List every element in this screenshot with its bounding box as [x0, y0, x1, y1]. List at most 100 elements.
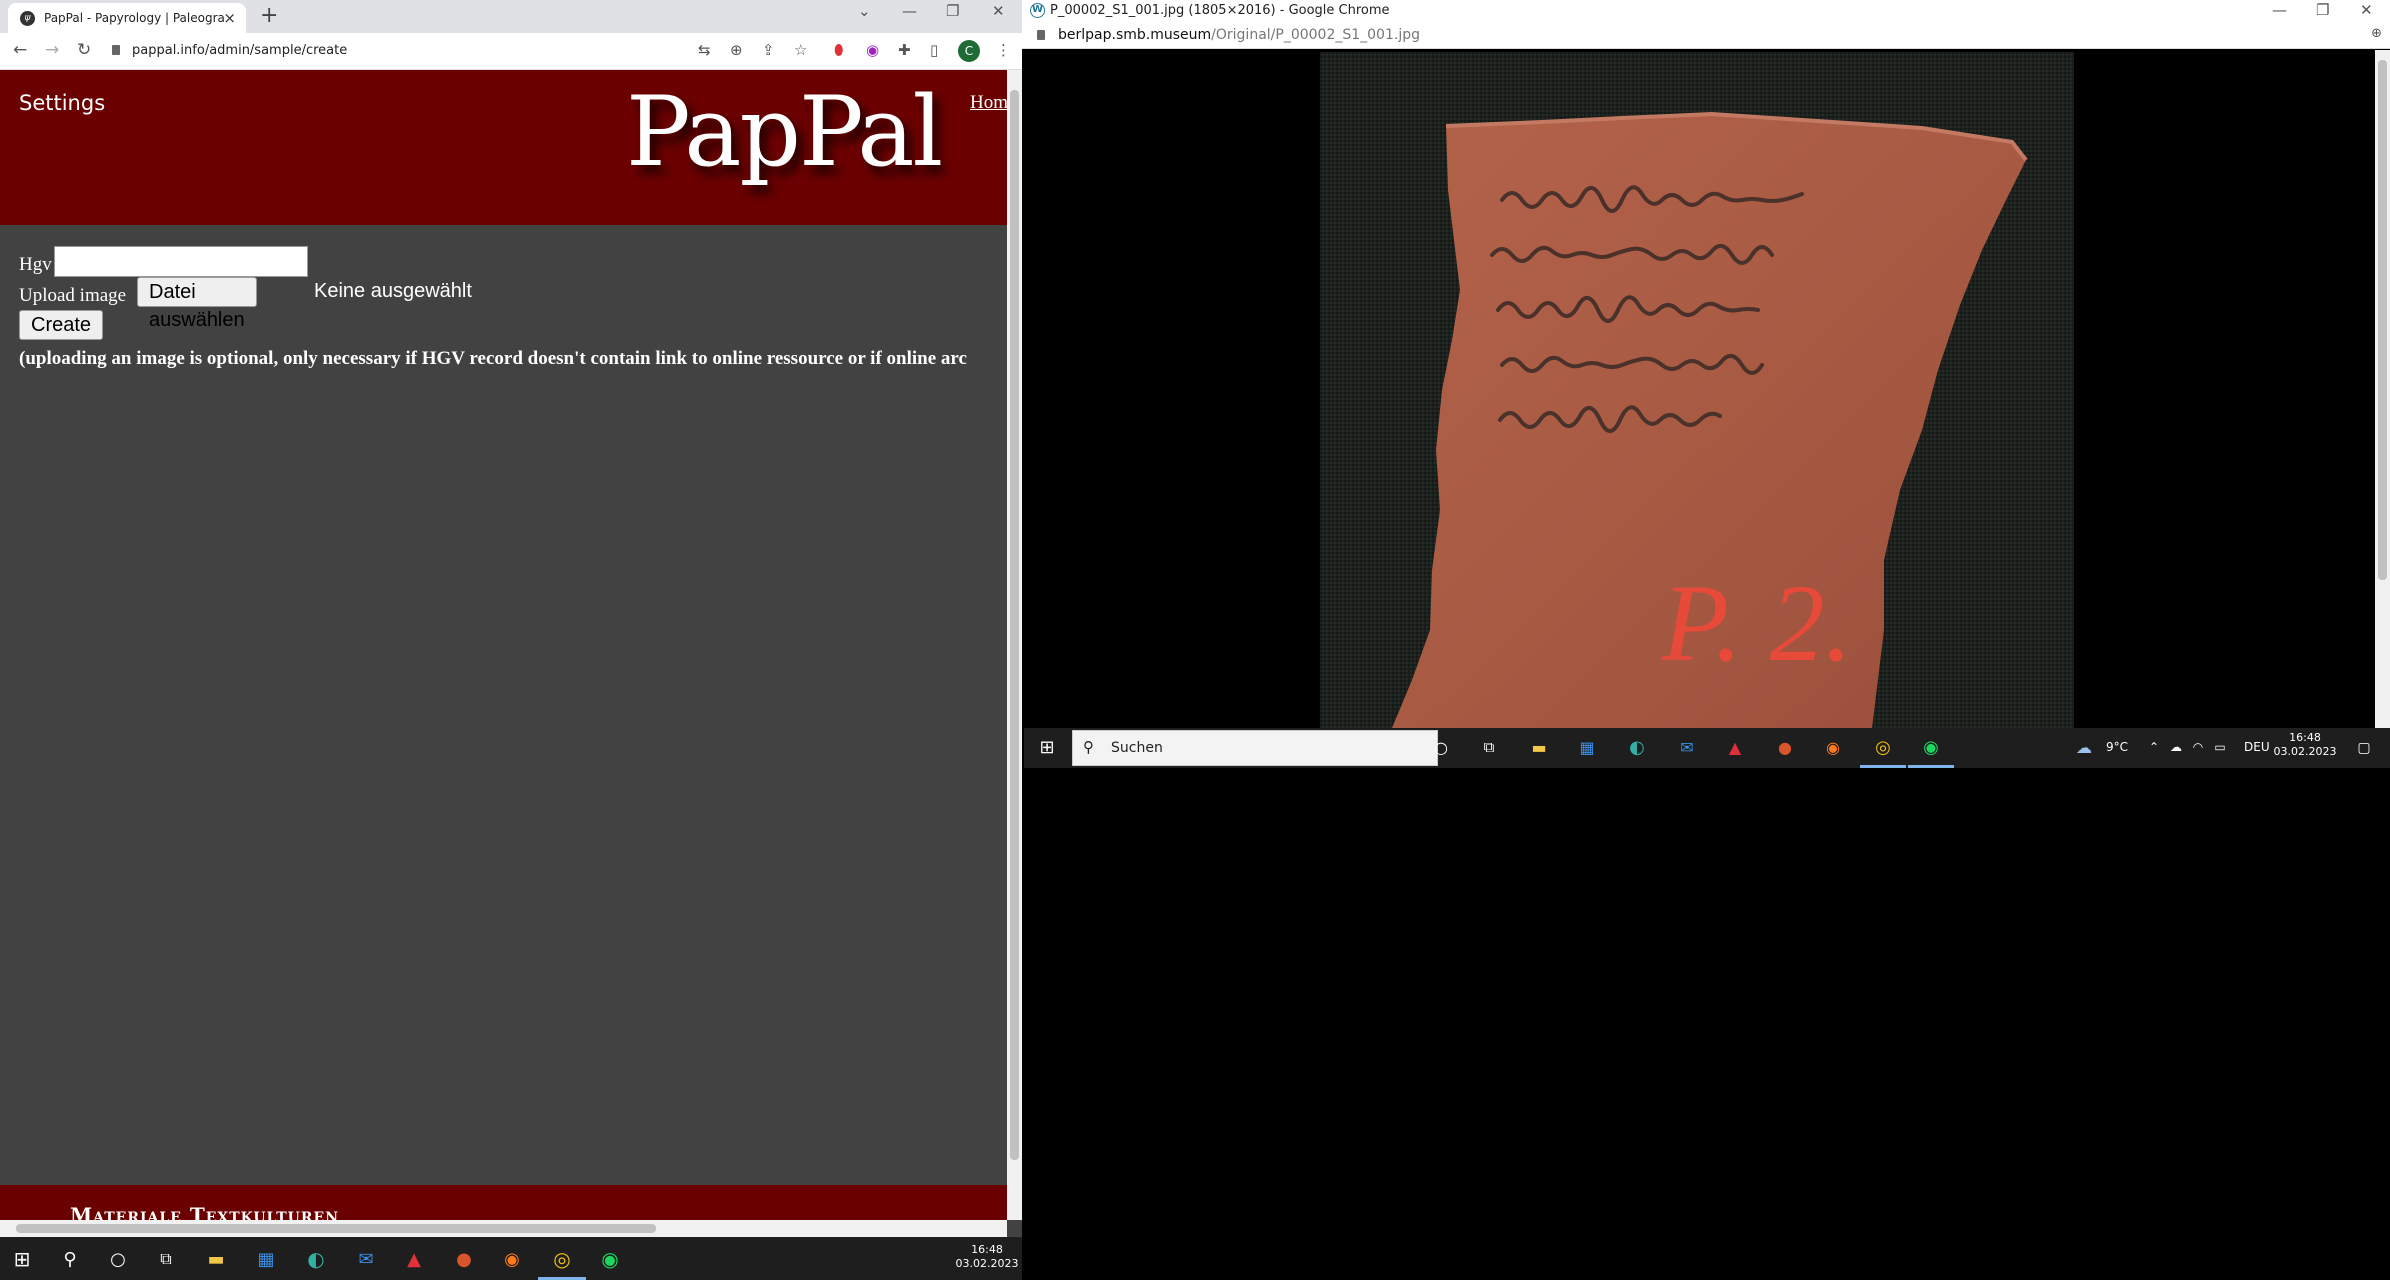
right-start-icon[interactable]: ⊞ [1034, 734, 1060, 760]
close-window-icon[interactable]: ✕ [992, 2, 1005, 20]
right-vertical-scrollbar[interactable] [2375, 50, 2390, 728]
vertical-scroll-thumb[interactable] [1010, 90, 1019, 1160]
language-indicator[interactable]: DEU [2244, 740, 2270, 754]
menu-kebab-icon[interactable]: ⋮ [996, 41, 1011, 59]
page-content: Settings PapPal Hom Hgv Upload image Dat… [0, 70, 1007, 1220]
right-acrobat-icon[interactable]: ▲ [1722, 734, 1748, 760]
right-task-view-icon[interactable]: ⧉ [1476, 734, 1502, 760]
left-taskbar: ⊞ ⚲ ○ ⧉ ▬ ▦ ◐ ✉ ▲ ● ◉ ◎ ◉ 16:48 03.02.20… [0, 1237, 1022, 1280]
store-icon[interactable]: ▦ [252, 1245, 280, 1273]
home-link[interactable]: Hom [970, 92, 1007, 114]
tab-title: PapPal - Papyrology | Paleograph [44, 11, 224, 25]
reload-icon[interactable]: ↻ [77, 40, 91, 60]
right-window-title: P_00002_S1_001.jpg (1805×2016) - Google … [1050, 3, 1390, 18]
right-file-explorer-icon[interactable]: ▬ [1526, 734, 1552, 760]
right-mail-icon[interactable]: ✉ [1674, 734, 1700, 760]
browser-toolbar: ← → ↻ pappal.info/admin/sample/create ⇆ … [0, 33, 1022, 70]
lock-icon [112, 45, 120, 55]
bookmark-star-icon[interactable]: ☆ [794, 41, 807, 59]
tab-search-chevron-icon[interactable]: ⌄ [858, 2, 871, 20]
right-chrome-icon[interactable]: ◎ [1870, 734, 1896, 760]
tray-chevron-icon[interactable]: ⌃ [2144, 736, 2164, 758]
right-lock-icon [1037, 30, 1045, 40]
spotify-icon[interactable]: ◉ [596, 1245, 624, 1273]
right-search-box[interactable]: ⚲ Suchen [1072, 730, 1438, 766]
notification-icon[interactable]: ▢ [2352, 736, 2376, 760]
right-firefox-icon[interactable]: ◉ [1820, 734, 1846, 760]
right-url-domain: berlpap.smb.museum [1058, 27, 1212, 43]
weather-temperature[interactable]: 9°C [2106, 740, 2128, 754]
image-viewport: P. 2. [1022, 50, 2375, 728]
right-browser-window: W P_00002_S1_001.jpg (1805×2016) - Googl… [1022, 0, 2390, 728]
back-icon[interactable]: ← [13, 40, 27, 60]
right-search-placeholder: Suchen [1111, 740, 1163, 756]
site-logo[interactable]: PapPal [626, 76, 943, 188]
share-icon[interactable]: ⇪ [762, 41, 775, 59]
file-explorer-icon[interactable]: ▬ [202, 1245, 230, 1273]
task-view-icon[interactable]: ⧉ [152, 1245, 180, 1273]
horizontal-scrollbar[interactable] [0, 1220, 1007, 1237]
new-tab-icon[interactable]: + [260, 3, 278, 28]
right-close-icon[interactable]: ✕ [2360, 1, 2373, 19]
image-label: P. 2. [1661, 562, 1853, 684]
right-title-bar: W P_00002_S1_001.jpg (1805×2016) - Googl… [1022, 0, 2390, 23]
right-address-bar[interactable]: berlpap.smb.museum/Original/P_00002_S1_0… [1022, 23, 2390, 49]
site-favicon-icon: ψ [20, 11, 35, 26]
right-minimize-icon[interactable]: — [2272, 1, 2287, 19]
battery-icon[interactable]: ▭ [2210, 736, 2230, 758]
vertical-scrollbar[interactable] [1007, 70, 1022, 1220]
hgv-input[interactable] [54, 246, 308, 277]
side-panel-icon[interactable]: ▯ [930, 41, 938, 59]
left-browser-window: ψ PapPal - Papyrology | Paleograph × + ⌄… [0, 0, 1022, 1237]
powerpoint-icon[interactable]: ● [450, 1245, 478, 1273]
horizontal-scroll-thumb[interactable] [16, 1224, 656, 1233]
extension-red-icon[interactable]: ⬮ [834, 41, 843, 59]
zoom-icon[interactable]: ⊕ [730, 41, 743, 59]
tab-strip: ψ PapPal - Papyrology | Paleograph × + ⌄… [0, 0, 1022, 33]
wordpress-icon: W [1030, 3, 1045, 18]
restore-icon[interactable]: ❐ [946, 2, 959, 20]
right-zoom-icon[interactable]: ⊕ [2371, 26, 2382, 41]
upload-image-label: Upload image [19, 285, 127, 306]
minimize-icon[interactable]: — [902, 2, 917, 20]
create-button[interactable]: Create [19, 310, 104, 340]
address-bar[interactable]: pappal.info/admin/sample/create [112, 43, 347, 58]
right-store-icon[interactable]: ▦ [1574, 734, 1600, 760]
firefox-icon[interactable]: ◉ [498, 1245, 526, 1273]
right-powerpoint-icon[interactable]: ● [1772, 734, 1798, 760]
profile-avatar[interactable]: C [958, 40, 980, 62]
edge-icon[interactable]: ◐ [302, 1245, 330, 1273]
file-status-text: Keine ausgewählt [314, 280, 472, 302]
weather-cloud-icon[interactable]: ☁ [2072, 736, 2096, 758]
desktop: ψ PapPal - Papyrology | Paleograph × + ⌄… [0, 0, 2390, 1280]
start-windows-icon[interactable]: ⊞ [8, 1245, 36, 1273]
extensions-puzzle-icon[interactable]: ✚ [898, 41, 911, 59]
right-cortana-icon[interactable]: ○ [1428, 734, 1454, 760]
forward-icon[interactable]: → [45, 40, 59, 60]
site-footer: Materiale Textkulturen [0, 1185, 1007, 1220]
ostracon-photo[interactable]: P. 2. [1022, 50, 2375, 728]
settings-link[interactable]: Settings [19, 91, 105, 115]
mail-icon[interactable]: ✉ [352, 1245, 380, 1273]
left-clock[interactable]: 16:48 03.02.2023 [955, 1243, 1019, 1271]
right-restore-icon[interactable]: ❐ [2316, 1, 2329, 19]
tab-pappal[interactable]: ψ PapPal - Papyrology | Paleograph × [8, 3, 246, 33]
right-chrome-active-indicator [1860, 765, 1906, 768]
hgv-label: Hgv [19, 254, 52, 275]
extension-purple-icon[interactable]: ◉ [866, 41, 879, 59]
translate-icon[interactable]: ⇆ [698, 41, 711, 59]
right-edge-icon[interactable]: ◐ [1624, 734, 1650, 760]
right-search-icon: ⚲ [1083, 738, 1094, 756]
tab-close-icon[interactable]: × [223, 9, 236, 27]
acrobat-icon[interactable]: ▲ [400, 1245, 428, 1273]
wifi-icon[interactable]: ◠ [2188, 736, 2208, 758]
chrome-icon[interactable]: ◎ [548, 1245, 576, 1273]
choose-file-button[interactable]: Datei auswählen [137, 277, 257, 331]
search-icon[interactable]: ⚲ [56, 1245, 84, 1273]
onedrive-icon[interactable]: ☁ [2166, 736, 2186, 758]
cortana-icon[interactable]: ○ [104, 1245, 132, 1273]
right-url-path: /Original/P_00002_S1_001.jpg [1211, 27, 1420, 43]
right-scroll-thumb[interactable] [2378, 60, 2387, 580]
right-spotify-icon[interactable]: ◉ [1918, 734, 1944, 760]
right-clock[interactable]: 16:48 03.02.2023 [2270, 731, 2340, 759]
